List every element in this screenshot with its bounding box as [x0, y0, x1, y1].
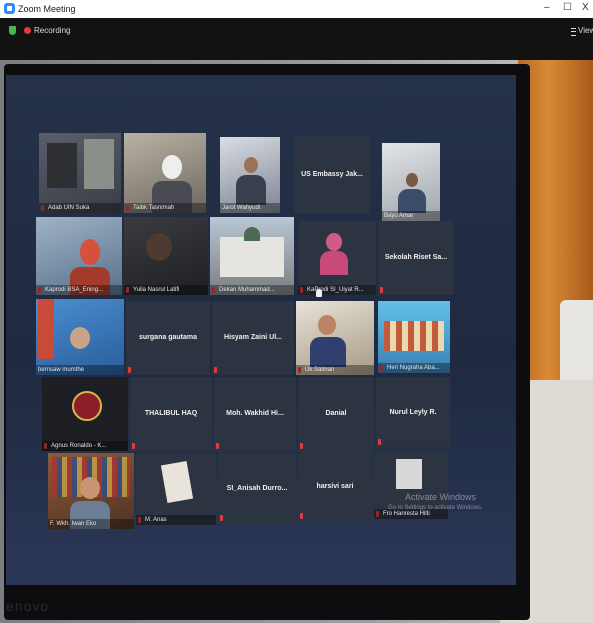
participant-name: F. Wkh. Iwan Eko — [48, 519, 134, 529]
participant-name: US Embassy Jak... — [301, 171, 363, 179]
zoom-logo-icon — [4, 3, 15, 14]
participant-name: Kaprodi BSA_Ening... — [36, 285, 122, 295]
participant-name: M. Anas — [136, 515, 216, 525]
muted-mic-icon — [380, 287, 383, 293]
participant-name: Jarot Wahyudi — [220, 203, 280, 213]
participant-tile[interactable]: Hisyam Zaini Ul... — [212, 301, 294, 375]
participant-name: surgana gautama — [139, 334, 197, 342]
participant-tile[interactable]: bernsaw mumthe — [36, 299, 124, 375]
participant-tile[interactable]: Uk Salman — [296, 301, 374, 375]
meeting-top-bar: Recording View — [0, 18, 593, 60]
muted-mic-icon — [300, 513, 303, 519]
maximize-button[interactable]: ☐ — [563, 2, 572, 13]
participant-name: Dekan Muhammad... — [210, 285, 294, 295]
activate-windows-subtitle: Go to Settings to activate Windows. — [388, 505, 483, 511]
muted-mic-icon — [300, 443, 303, 449]
lamp — [560, 300, 593, 390]
participant-tile[interactable]: THALIBUL HAQ — [130, 377, 212, 451]
recording-icon — [24, 27, 31, 34]
participant-name: Bayu Amar — [382, 211, 440, 221]
participant-tile[interactable]: M. Anas — [136, 453, 216, 525]
participant-name: Uk Salman — [296, 365, 374, 375]
security-shield-icon[interactable] — [9, 26, 16, 35]
hand-cursor-icon — [316, 289, 322, 297]
participant-tile[interactable]: F. Wkh. Iwan Eko — [48, 453, 134, 529]
participant-name: Adab UIN Suka — [39, 203, 121, 213]
participant-tile[interactable]: Moh. Wakhid Hi... — [214, 377, 296, 451]
participant-name: harsivi sari — [316, 482, 354, 490]
close-button[interactable]: X — [582, 2, 589, 13]
participant-tile[interactable]: Sekolah Riset Sa... — [378, 221, 454, 295]
participant-tile[interactable]: Kaprodi BSA_Ening... — [36, 217, 122, 295]
participant-tile[interactable]: Bayu Amar — [382, 143, 440, 221]
participant-tile[interactable]: Agnus Ronaldo - K... — [42, 377, 128, 451]
recording-label: Recording — [34, 26, 71, 35]
title-bar: Zoom Meeting – ☐ X — [0, 0, 593, 18]
participant-tile[interactable]: SI_Anisah Durro... — [218, 453, 296, 523]
participant-tile[interactable]: Taibk Tasnimah — [124, 133, 206, 213]
muted-mic-icon — [132, 443, 135, 449]
participant-name: THALIBUL HAQ — [144, 410, 198, 418]
muted-mic-icon — [214, 367, 217, 373]
participant-name: Moh. Wakhid Hi... — [226, 410, 284, 418]
participant-tile[interactable]: US Embassy Jak... — [294, 137, 370, 213]
participant-name: KaProdi SI_Uiyat R... — [298, 285, 376, 295]
participant-name: Nurul Leyly R. — [389, 408, 437, 416]
participant-name: Heri Nugraha Aba... — [378, 363, 450, 373]
participant-tile[interactable]: surgana gautama — [126, 301, 210, 375]
participant-name: Danial — [325, 410, 347, 418]
participant-name: Yulia Nasrul Latifi — [124, 285, 208, 295]
muted-mic-icon — [220, 515, 223, 521]
participant-tile[interactable]: Yulia Nasrul Latifi — [124, 217, 208, 295]
muted-mic-icon — [378, 439, 381, 445]
participant-name: Sekolah Riset Sa... — [384, 254, 448, 262]
participant-name: bernsaw mumthe — [36, 365, 124, 375]
window-title: Zoom Meeting — [18, 4, 76, 14]
participant-tile[interactable]: Heri Nugraha Aba... — [378, 301, 450, 373]
grid-view-icon[interactable] — [571, 28, 576, 36]
activate-windows-title: Activate Windows — [405, 492, 477, 502]
participant-name: Agnus Ronaldo - K... — [42, 441, 128, 451]
participant-tile[interactable]: Dekan Muhammad... — [210, 217, 294, 295]
participant-name: Taibk Tasnimah — [124, 203, 206, 213]
muted-mic-icon — [128, 367, 131, 373]
monitor-brand-logo: enovo — [6, 598, 50, 614]
participant-tile[interactable]: Nurul Leyly R. — [376, 377, 450, 447]
participant-tile[interactable]: Danial — [298, 377, 374, 451]
muted-mic-icon — [216, 443, 219, 449]
view-button[interactable]: View — [578, 26, 593, 35]
participant-tile[interactable]: harsivi sari — [298, 451, 372, 521]
participant-name: SI_Anisah Durro... — [226, 484, 288, 492]
participant-tile[interactable]: Jarot Wahyudi — [220, 137, 280, 213]
participant-tile[interactable]: KaProdi SI_Uiyat R... — [298, 221, 376, 295]
participant-name: Hisyam Zaini Ul... — [224, 334, 282, 342]
participant-tile[interactable]: Adab UIN Suka — [39, 133, 121, 213]
minimize-button[interactable]: – — [544, 2, 550, 13]
